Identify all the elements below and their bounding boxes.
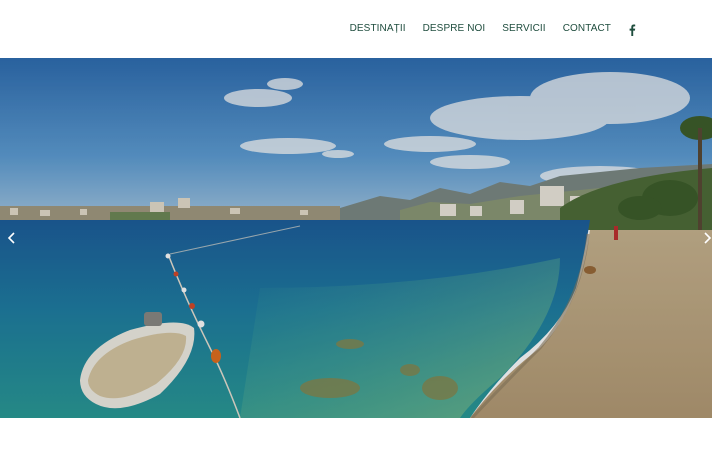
nav-servicii-link[interactable]: SERVICII [502,22,545,36]
chevron-left-icon[interactable] [5,231,19,245]
nav-contact-link[interactable]: CONTACT [563,22,611,36]
chevron-right-icon[interactable] [700,231,712,245]
site-header: DESTINAȚII DESPRE NOI SERVICII CONTACT [0,0,720,58]
below-hero-area [0,418,720,450]
hero-slider [0,58,712,418]
facebook-icon[interactable] [628,23,636,36]
main-nav: DESTINAȚII DESPRE NOI SERVICII CONTACT [350,22,636,36]
nav-destinatii-link[interactable]: DESTINAȚII [350,22,406,36]
nav-despre-noi-link[interactable]: DESPRE NOI [423,22,486,36]
hero-image [0,58,712,418]
